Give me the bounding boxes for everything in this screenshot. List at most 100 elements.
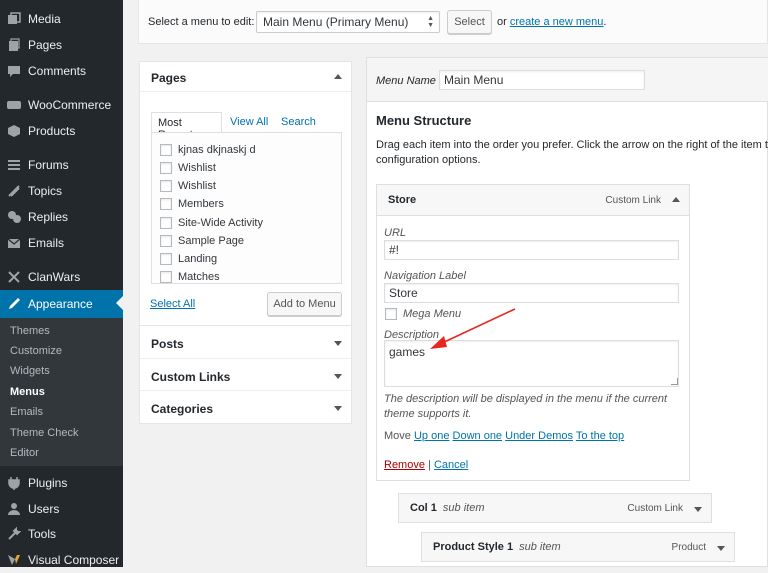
visual-composer-icon bbox=[0, 553, 28, 567]
expand-arrow-icon[interactable] bbox=[694, 507, 702, 512]
menu-item-product-style-1[interactable]: Product Style 1 sub item Product bbox=[421, 532, 735, 562]
tab-view-all[interactable]: View All bbox=[230, 116, 268, 128]
sidebar-item-products[interactable]: Products bbox=[0, 118, 123, 144]
list-item-label: Sample Page bbox=[178, 235, 245, 247]
list-item[interactable]: kjnas dkjnaskj d bbox=[160, 144, 256, 156]
menu-name-input[interactable]: Main Menu bbox=[439, 70, 645, 90]
mega-menu-option[interactable]: Mega Menu bbox=[385, 308, 461, 320]
select-arrows-icon: ▲ ▼ bbox=[427, 15, 434, 29]
submenu-item-widgets[interactable]: Widgets bbox=[10, 365, 50, 377]
list-item-label: Wishlist bbox=[178, 162, 216, 174]
pages-metabox-header[interactable]: Pages bbox=[140, 62, 351, 92]
submenu-item-emails[interactable]: Emails bbox=[10, 406, 43, 418]
list-item-label: Members bbox=[178, 198, 224, 210]
sidebar-item-label: Plugins bbox=[28, 476, 68, 490]
submenu-item-theme-check[interactable]: Theme Check bbox=[10, 427, 78, 439]
sidebar-item-tools[interactable]: Tools bbox=[0, 521, 123, 547]
mega-menu-checkbox[interactable] bbox=[385, 308, 397, 320]
expand-arrow-icon[interactable] bbox=[334, 406, 342, 411]
submenu-item-editor[interactable]: Editor bbox=[10, 447, 39, 459]
add-to-menu-button[interactable]: Add to Menu bbox=[267, 292, 342, 316]
submenu-item-themes[interactable]: Themes bbox=[10, 325, 50, 337]
description-textarea[interactable]: games bbox=[384, 340, 679, 387]
instructions-line: configuration options. bbox=[376, 154, 481, 166]
move-down-link[interactable]: Down one bbox=[453, 430, 503, 442]
sidebar-item-users[interactable]: Users bbox=[0, 496, 123, 522]
categories-metabox-header[interactable]: Categories bbox=[140, 391, 351, 423]
list-item[interactable]: Members bbox=[160, 198, 224, 210]
sidebar-item-clanwars[interactable]: ClanWars bbox=[0, 264, 123, 290]
sidebar-item-comments[interactable]: Comments bbox=[0, 58, 123, 84]
list-item[interactable]: Sample Page bbox=[160, 235, 244, 247]
list-item[interactable]: Matches bbox=[160, 271, 220, 283]
list-item[interactable]: Wishlist bbox=[160, 180, 216, 192]
sidebar-item-appearance[interactable]: Appearance bbox=[0, 290, 123, 318]
checkbox[interactable] bbox=[160, 144, 172, 156]
collapsed-metaboxes: Posts Custom Links Categories bbox=[139, 325, 352, 424]
select-button[interactable]: Select bbox=[447, 10, 492, 34]
checkbox[interactable] bbox=[160, 271, 172, 283]
sidebar-item-emails[interactable]: Emails bbox=[0, 230, 123, 256]
sidebar-item-visual-composer[interactable]: Visual Composer bbox=[0, 547, 123, 573]
sidebar-item-topics[interactable]: Topics bbox=[0, 178, 123, 204]
plugins-icon bbox=[0, 476, 28, 490]
submenu-item-customize[interactable]: Customize bbox=[10, 345, 62, 357]
move-up-link[interactable]: Up one bbox=[414, 430, 449, 442]
selected-menu-value: Main Menu (Primary Menu) bbox=[263, 15, 409, 29]
list-item-label: Site-Wide Activity bbox=[178, 217, 263, 229]
menu-item-col-1[interactable]: Col 1 sub item Custom Link bbox=[398, 493, 712, 523]
sidebar-item-replies[interactable]: Replies bbox=[0, 204, 123, 230]
pages-checklist[interactable]: kjnas dkjnaskj d Wishlist Wishlist Membe… bbox=[151, 132, 342, 284]
pages-icon bbox=[0, 38, 28, 52]
checkbox[interactable] bbox=[160, 217, 172, 229]
move-top-link[interactable]: To the top bbox=[576, 430, 624, 442]
submenu-item-menus[interactable]: Menus bbox=[10, 386, 45, 398]
checkbox[interactable] bbox=[160, 235, 172, 247]
sidebar-item-label: WooCommerce bbox=[28, 98, 112, 112]
appearance-icon bbox=[0, 297, 28, 311]
or-text: or bbox=[497, 16, 507, 28]
woocommerce-icon bbox=[0, 98, 28, 112]
url-input[interactable]: #! bbox=[384, 240, 679, 260]
list-item[interactable]: Landing bbox=[160, 253, 217, 265]
menu-item-subtitle: sub item bbox=[442, 502, 485, 514]
description-help: The description will be displayed in the… bbox=[384, 392, 667, 422]
posts-metabox-header[interactable]: Posts bbox=[140, 326, 351, 359]
expand-arrow-icon[interactable] bbox=[334, 374, 342, 379]
tab-search[interactable]: Search bbox=[281, 116, 316, 128]
select-all-link[interactable]: Select All bbox=[150, 298, 195, 310]
pages-metabox-title: Pages bbox=[151, 71, 187, 85]
menu-select-dropdown[interactable]: Main Menu (Primary Menu) ▲ ▼ bbox=[256, 11, 440, 33]
checkbox[interactable] bbox=[160, 198, 172, 210]
sidebar-item-label: Users bbox=[28, 502, 60, 516]
collapse-arrow-icon[interactable] bbox=[334, 74, 342, 79]
sidebar-item-plugins[interactable]: Plugins bbox=[0, 470, 123, 496]
emails-icon bbox=[0, 236, 28, 250]
replies-icon bbox=[0, 210, 28, 224]
menu-item-handle[interactable]: Store Custom Link bbox=[376, 184, 690, 216]
checkbox[interactable] bbox=[160, 253, 172, 265]
menu-instructions: Drag each item into the order you prefer… bbox=[376, 138, 768, 168]
collapse-arrow-icon[interactable] bbox=[672, 197, 680, 202]
expand-arrow-icon[interactable] bbox=[717, 546, 725, 551]
tab-most-recent[interactable]: Most Recent bbox=[151, 112, 222, 141]
navigation-label-input[interactable]: Store bbox=[384, 283, 679, 303]
sidebar-item-media[interactable]: Media bbox=[0, 6, 123, 32]
list-item-label: kjnas dkjnaskj d bbox=[178, 144, 256, 156]
expand-arrow-icon[interactable] bbox=[334, 341, 342, 346]
move-under-link[interactable]: Under Demos bbox=[505, 430, 573, 442]
remove-link[interactable]: Remove bbox=[384, 459, 425, 471]
custom-links-metabox-header[interactable]: Custom Links bbox=[140, 359, 351, 391]
sidebar-item-pages[interactable]: Pages bbox=[0, 32, 123, 58]
sidebar-item-forums[interactable]: Forums bbox=[0, 152, 123, 178]
sidebar-item-woocommerce[interactable]: WooCommerce bbox=[0, 92, 123, 118]
move-label: Move bbox=[384, 430, 411, 442]
mega-menu-label: Mega Menu bbox=[403, 308, 462, 320]
checkbox[interactable] bbox=[160, 162, 172, 174]
sidebar-item-label: Media bbox=[28, 12, 61, 26]
checkbox[interactable] bbox=[160, 180, 172, 192]
list-item[interactable]: Site-Wide Activity bbox=[160, 217, 263, 229]
create-new-menu-link[interactable]: create a new menu bbox=[510, 16, 604, 28]
list-item[interactable]: Wishlist bbox=[160, 162, 216, 174]
cancel-link[interactable]: Cancel bbox=[434, 459, 468, 471]
